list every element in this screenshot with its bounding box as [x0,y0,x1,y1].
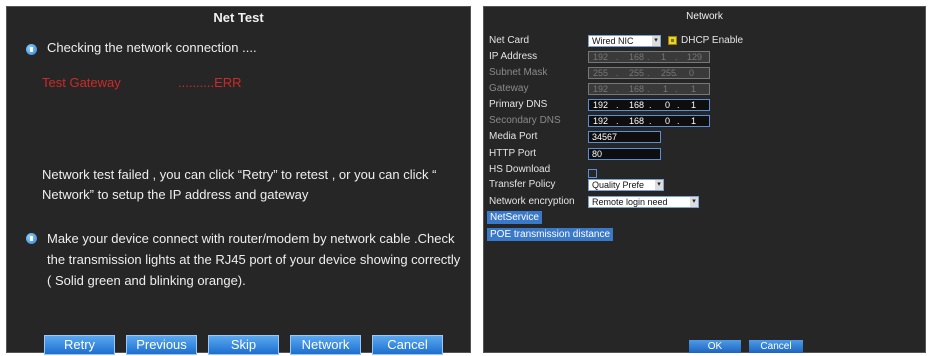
previous-button[interactable]: Previous [126,335,197,355]
ip-address-label: IP Address [489,51,538,62]
chevron-down-icon: ▾ [655,180,663,190]
hs-download-checkbox[interactable] [588,169,597,178]
media-port-input[interactable]: 34567 [588,131,661,143]
ip-octet: 192 [593,52,609,62]
network-encryption-select[interactable]: Remote login need ▾ [588,196,699,208]
net-test-title: Net Test [213,10,264,25]
ok-button[interactable]: OK [689,340,741,353]
ip-octet: 129 [687,52,703,62]
network-settings-dialog: Network Net Card Wired NIC ▾ DHCP Enable… [483,6,926,353]
ip-octet: 168 [629,116,645,126]
cancel-button[interactable]: Cancel [749,340,803,353]
netservice-button[interactable]: NetService [487,211,542,224]
ip-octet: 255 [661,68,677,78]
secondary-dns-field[interactable]: 192 . 168 . 0 . 1 [588,115,710,127]
ip-octet: 1 [663,84,669,94]
info-icon [26,44,37,55]
subnet-mask-label: Subnet Mask [489,67,548,78]
ip-octet: 255 [629,68,645,78]
network-encryption-value: Remote login need [592,197,668,207]
ip-octet: 0 [665,100,671,110]
test-gateway-status: ..........ERR [178,75,242,90]
dhcp-label: DHCP Enable [681,35,744,46]
secondary-dns-label: Secondary DNS [489,115,561,126]
ip-octet: 0 [689,68,695,78]
ip-octet: 168 [629,52,645,62]
ip-octet: 1 [691,116,697,126]
net-card-value: Wired NIC [592,36,634,46]
network-button[interactable]: Network [290,335,361,355]
transfer-policy-label: Transfer Policy [489,179,556,190]
media-port-label: Media Port [489,131,538,142]
chevron-down-icon: ▾ [690,197,698,207]
ip-octet: 192 [593,116,609,126]
failure-message: Network test failed , you can click “Ret… [42,167,437,202]
transfer-policy-value: Quality Prefe [592,180,645,190]
ip-octet: 1 [691,84,697,94]
ip-octet: 255 [593,68,609,78]
ip-octet: 0 [665,116,671,126]
net-card-select[interactable]: Wired NIC ▾ [588,35,661,47]
ip-octet: 192 [593,100,609,110]
net-test-dialog: Net Test Checking the network connection… [6,6,471,355]
network-title: Network [686,11,723,22]
net-card-label: Net Card [489,35,530,46]
transfer-policy-select[interactable]: Quality Prefe ▾ [588,179,664,191]
primary-dns-label: Primary DNS [489,99,548,110]
ip-octet: 1 [691,100,697,110]
http-port-input[interactable]: 80 [588,148,661,160]
info-icon [26,233,37,244]
cancel-button[interactable]: Cancel [372,335,443,355]
http-port-label: HTTP Port [489,148,537,159]
ip-octet: 168 [629,84,645,94]
ip-octet: 1 [661,52,667,62]
skip-button[interactable]: Skip [208,335,279,355]
ip-octet: 192 [593,84,609,94]
gateway-field[interactable]: 192 . 168 . 1 . 1 [588,83,710,95]
hs-download-label: HS Download [489,164,551,175]
chevron-down-icon: ▾ [652,36,660,46]
ip-address-field[interactable]: 192 . 168 . 1 . 129 [588,51,710,63]
checking-status-text: Checking the network connection .... [47,40,257,55]
connection-hint: Make your device connect with router/mod… [47,231,461,288]
subnet-mask-field[interactable]: 255 . 255 . 255 . 0 [588,67,710,79]
test-gateway-label: Test Gateway [42,75,121,90]
primary-dns-field[interactable]: 192 . 168 . 0 . 1 [588,99,710,111]
network-encryption-label: Network encryption [489,196,575,207]
dhcp-checkbox[interactable] [668,36,677,45]
poe-distance-button[interactable]: POE transmission distance [487,228,614,241]
gateway-label: Gateway [489,83,529,94]
ip-octet: 168 [629,100,645,110]
retry-button[interactable]: Retry [44,335,115,355]
